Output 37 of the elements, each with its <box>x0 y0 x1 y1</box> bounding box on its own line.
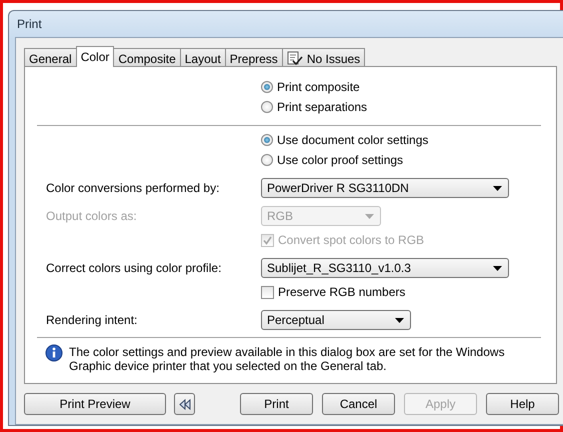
field-label: Color conversions performed by: <box>45 181 220 195</box>
double-left-arrow-icon <box>178 398 190 410</box>
tab[interactable]: Color <box>76 46 114 67</box>
checkbox[interactable] <box>261 286 274 298</box>
caret-icon <box>365 214 374 218</box>
info-message: The color settings and preview available in this dialog box are set for the Windows Graphic device printer that you selected on the General tab. <box>69 344 506 373</box>
field-label: Output colors as: <box>45 209 138 223</box>
caret-icon <box>493 186 502 190</box>
tab[interactable]: No Issues <box>282 48 366 66</box>
tab[interactable]: Layout <box>180 48 226 66</box>
dropdown[interactable]: PowerDriver R SG3110DN <box>261 178 509 198</box>
option-label: Use color proof settings <box>277 153 404 167</box>
option-label: Print composite <box>277 80 360 94</box>
radio-button[interactable] <box>261 101 273 113</box>
tab[interactable]: General <box>24 48 77 66</box>
tab[interactable]: Composite <box>113 48 181 66</box>
field-label: Rendering intent: <box>45 313 138 327</box>
rewind-button[interactable] <box>174 393 195 415</box>
radio-button[interactable] <box>261 154 273 166</box>
dropdown[interactable]: Sublijet_R_SG3110_v1.0.3 <box>261 258 509 278</box>
info-icon <box>45 344 63 362</box>
button[interactable]: Help <box>486 393 559 415</box>
tab[interactable]: Prepress <box>224 48 283 66</box>
radio-button[interactable] <box>261 134 273 146</box>
option-label: Print separations <box>277 100 368 114</box>
option-label: Use document color settings <box>277 133 428 147</box>
caret-icon <box>493 266 502 270</box>
dropdown[interactable]: Perceptual <box>261 310 411 330</box>
button[interactable]: Print <box>240 393 313 415</box>
window-title: Print <box>16 16 43 33</box>
button[interactable]: Print Preview <box>24 393 166 415</box>
field-label: Correct colors using color profile: <box>45 261 222 275</box>
option-label: Preserve RGB numbers <box>278 285 406 299</box>
caret-icon <box>395 318 404 322</box>
button[interactable]: Cancel <box>322 393 395 415</box>
radio-button[interactable] <box>261 81 273 93</box>
option-label: Convert spot colors to RGB <box>278 233 424 247</box>
